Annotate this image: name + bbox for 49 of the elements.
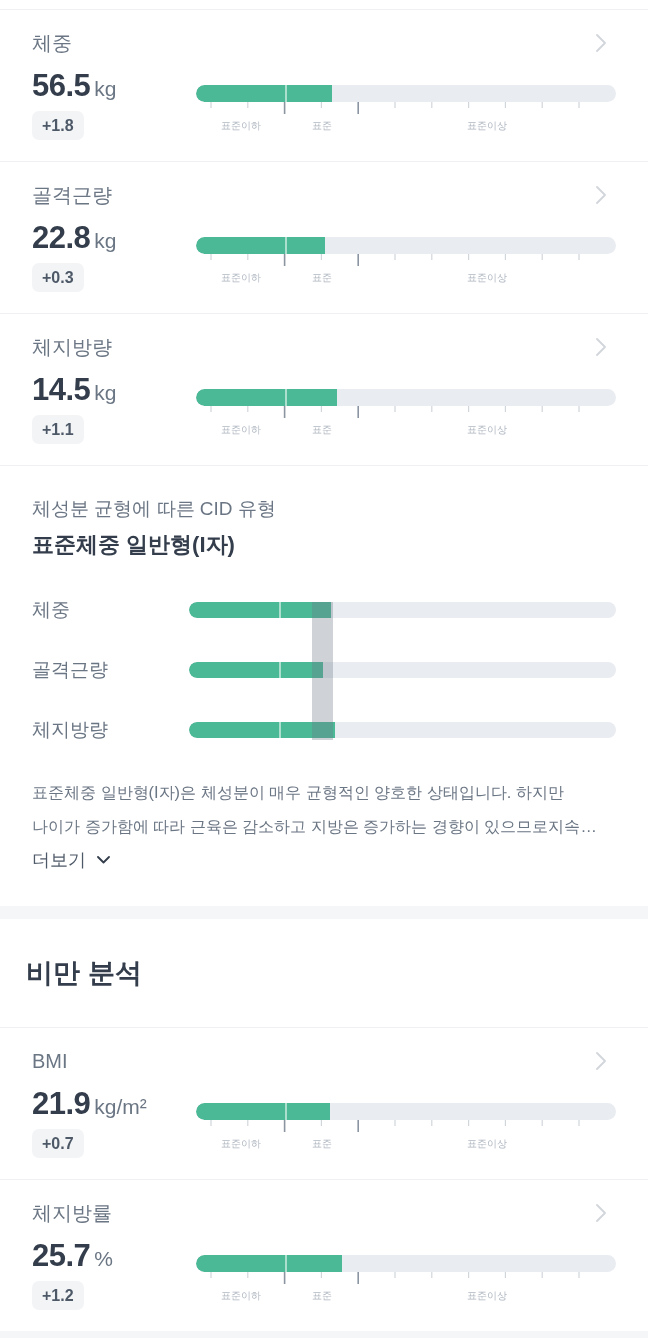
scale-label: 표준이상 [467, 271, 508, 285]
row-label: 체지방량 [32, 718, 108, 742]
scale-label: 표준이하 [220, 271, 261, 285]
metric-label: BMI [32, 1049, 68, 1074]
metric-value: 25.7 [32, 1238, 91, 1274]
metric-value: 22.8 [32, 220, 91, 256]
description-text: 표준체중 일반형(I자)은 체성분이 매우 균형적인 양호한 상태입니다. 하지만 나이가 증가함에 따라 근육은 감소하고 지방은 증가하는 경향이 있으므로지속… [32, 782, 598, 837]
scale-label: 표준 [312, 1289, 332, 1303]
row-label: 체중 [32, 598, 70, 622]
unit-label: kg/m² [94, 1094, 147, 1120]
scale-label: 표준이상 [467, 423, 508, 437]
unit-label: % [94, 1246, 114, 1272]
section-subtitle: 체성분 균형에 따른 CID 유형 [32, 497, 277, 521]
scale-label: 표준이하 [220, 1289, 261, 1303]
scale-label: 표준이하 [220, 1137, 261, 1151]
metric-value: 14.5 [32, 372, 91, 408]
scale-label: 표준이상 [467, 1289, 508, 1303]
scale-label: 표준이상 [467, 119, 508, 133]
scale-label: 표준이하 [220, 423, 261, 437]
metric-value: 21.9 [32, 1086, 91, 1122]
section-title: 비만 분석 [26, 957, 143, 990]
scale-label: 표준 [312, 271, 332, 285]
scale-label: 표준이상 [467, 1137, 508, 1151]
metric-value: 56.5 [32, 68, 91, 104]
chevron-right-icon[interactable] [596, 338, 606, 356]
unit-label: kg [94, 76, 117, 102]
scale-label: 표준 [312, 1137, 332, 1151]
change-badge: +0.3 [32, 263, 84, 292]
scale-label: 표준 [312, 423, 332, 437]
cid-type-title: 표준체중 일반형(I자) [32, 531, 236, 559]
change-badge: +0.7 [32, 1129, 84, 1158]
change-badge: +1.1 [32, 415, 84, 444]
metric-label: 체중 [32, 31, 72, 56]
scale-label: 표준이하 [220, 119, 261, 133]
unit-label: kg [94, 228, 117, 254]
chevron-right-icon[interactable] [596, 1052, 606, 1070]
metric-label: 골격근량 [32, 183, 112, 208]
scale-label: 표준 [312, 119, 332, 133]
chevron-right-icon[interactable] [596, 1204, 606, 1222]
chevron-down-icon [97, 856, 110, 864]
more-button[interactable]: 더보기 [32, 847, 110, 873]
metric-label: 체지방률 [32, 1201, 112, 1226]
chevron-right-icon[interactable] [596, 34, 606, 52]
row-label: 골격근량 [32, 658, 108, 682]
change-badge: +1.8 [32, 111, 84, 140]
change-badge: +1.2 [32, 1281, 84, 1310]
chevron-right-icon[interactable] [596, 186, 606, 204]
metric-label: 체지방량 [32, 335, 112, 360]
unit-label: kg [94, 380, 117, 406]
